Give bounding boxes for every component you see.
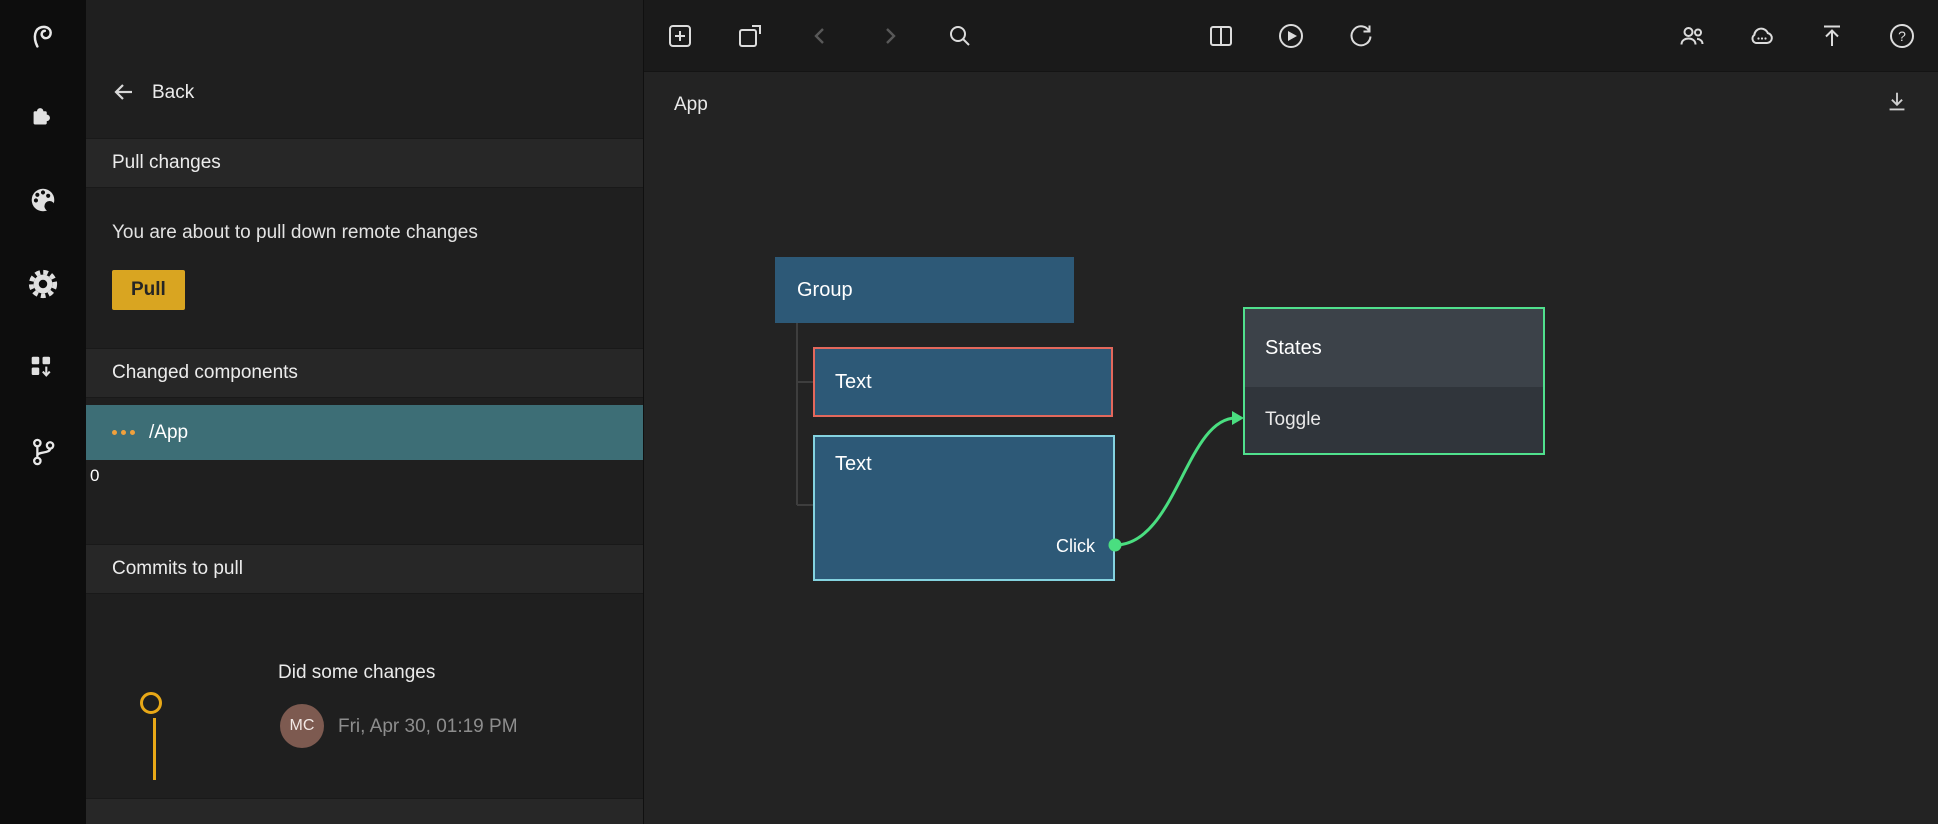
rail-item-components[interactable]: [0, 74, 86, 158]
node-text1-label: Text: [835, 371, 872, 394]
deploy-button[interactable]: [1818, 22, 1846, 50]
cloud-icon: [1748, 22, 1776, 50]
rail-item-styles[interactable]: [0, 158, 86, 242]
noodl-logo-icon: [27, 21, 59, 53]
back-label: Back: [152, 82, 194, 104]
search-button[interactable]: [946, 22, 974, 50]
svg-text:?: ?: [1898, 28, 1906, 44]
chevron-left-icon: [806, 22, 834, 50]
cloud-services-button[interactable]: [1748, 22, 1776, 50]
next-section-strip: [86, 798, 643, 824]
rail-item-settings[interactable]: [0, 242, 86, 326]
node-states-header: States: [1245, 309, 1543, 387]
version-control-panel: Back Pull changes You are about to pull …: [86, 0, 644, 824]
split-view-button[interactable]: [1207, 22, 1235, 50]
search-icon: [946, 22, 974, 50]
add-node-button[interactable]: [666, 22, 694, 50]
commit-graph-node: [140, 692, 162, 714]
create-component-button[interactable]: [736, 22, 764, 50]
commit-list: Did some changes MC Fri, Apr 30, 01:19 P…: [86, 594, 643, 820]
node-group[interactable]: Group: [775, 257, 1074, 323]
toolbar-right-group: ?: [1678, 22, 1916, 50]
changed-component-item-app[interactable]: /App: [86, 405, 643, 460]
app-root: Back Pull changes You are about to pull …: [0, 0, 1938, 824]
puzzle-icon: [27, 100, 59, 132]
node-group-label: Group: [797, 279, 853, 302]
pull-description: You are about to pull down remote change…: [112, 222, 617, 244]
count-overlay: 0: [90, 466, 643, 486]
help-button[interactable]: ?: [1888, 22, 1916, 50]
chevron-right-icon: [876, 22, 904, 50]
node-text-changed[interactable]: Text: [813, 347, 1113, 417]
refresh-icon: [1347, 22, 1375, 50]
node-graph-canvas[interactable]: App Group Text Te: [644, 72, 1938, 824]
help-icon: ?: [1888, 22, 1916, 50]
rail-item-modules[interactable]: [0, 326, 86, 410]
states-toggle-row[interactable]: Toggle: [1245, 387, 1543, 452]
users-icon: [1678, 22, 1706, 50]
play-icon: [1277, 22, 1305, 50]
palette-icon: [27, 184, 59, 216]
git-branch-icon: [27, 436, 59, 468]
changed-component-label: /App: [149, 422, 188, 444]
commit-timestamp: Fri, Apr 30, 01:19 PM: [338, 716, 518, 738]
pull-button[interactable]: Pull: [112, 270, 185, 310]
back-button[interactable]: Back: [86, 0, 643, 138]
split-view-icon: [1207, 22, 1235, 50]
changed-components-header: Changed components: [86, 348, 643, 398]
toolbar-center-group: [1207, 22, 1375, 50]
nav-back-button[interactable]: [806, 22, 834, 50]
toolbar-left-group: [666, 22, 974, 50]
add-node-icon: [666, 22, 694, 50]
component-dots-icon: [112, 430, 135, 435]
refresh-button[interactable]: [1347, 22, 1375, 50]
preview-play-button[interactable]: [1277, 22, 1305, 50]
click-output-port-label: Click: [1056, 536, 1095, 557]
editor-toolbar: ?: [644, 0, 1938, 72]
commits-to-pull-header: Commits to pull: [86, 544, 643, 594]
gear-icon: [27, 268, 59, 300]
arrow-left-icon: [112, 80, 136, 104]
node-text2-label: Text: [835, 453, 872, 476]
noodl-logo[interactable]: [0, 0, 86, 74]
nav-forward-button[interactable]: [876, 22, 904, 50]
pull-changes-header: Pull changes: [86, 138, 643, 188]
activity-rail: [0, 0, 86, 824]
rail-item-version-control[interactable]: [0, 410, 86, 494]
node-states[interactable]: States Toggle: [1243, 307, 1545, 455]
avatar: MC: [280, 704, 324, 748]
collaborators-button[interactable]: [1678, 22, 1706, 50]
publish-up-arrow-icon: [1818, 22, 1846, 50]
create-component-icon: [736, 22, 764, 50]
commit-graph-line: [153, 718, 157, 780]
node-states-label: States: [1265, 337, 1322, 360]
commit-message: Did some changes: [278, 662, 435, 684]
modules-icon: [27, 352, 59, 384]
node-text-selected[interactable]: Text Click: [813, 435, 1115, 581]
editor-main: ? App Group: [644, 0, 1938, 824]
